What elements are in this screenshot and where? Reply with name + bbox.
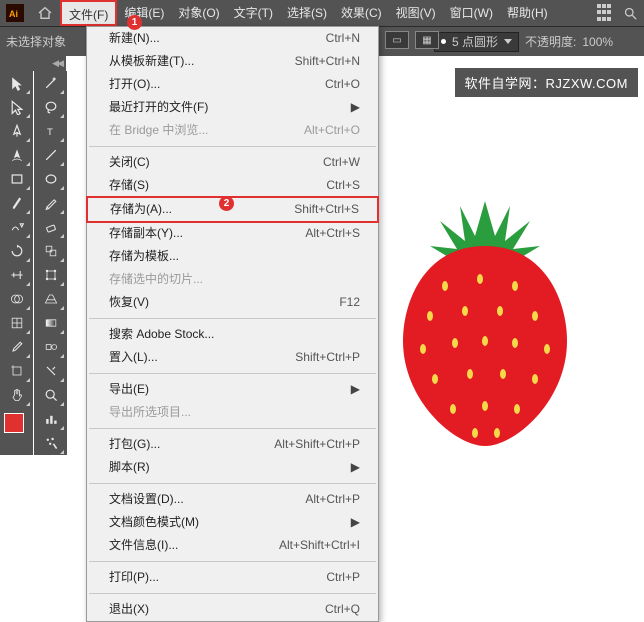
menu-separator <box>89 593 376 594</box>
tool-paintbrush[interactable] <box>3 191 31 215</box>
tool-curvature[interactable] <box>3 143 31 167</box>
toolbar-left <box>0 71 33 455</box>
tool-symbol-sprayer[interactable] <box>37 431 65 455</box>
menuitem-搜索adobestock[interactable]: 搜索 Adobe Stock... <box>87 323 378 346</box>
tool-blend[interactable] <box>37 335 65 359</box>
submenu-arrow-icon: ▶ <box>351 381 360 398</box>
menuitem-打印p[interactable]: 打印(P)...Ctrl+P <box>87 566 378 589</box>
menu-帮助h[interactable]: 帮助(H) <box>500 0 555 26</box>
tool-hand[interactable] <box>3 383 31 407</box>
menuitem-存储s[interactable]: 存储(S)Ctrl+S <box>87 174 378 197</box>
tool-free-transform[interactable] <box>37 263 65 287</box>
menuitem-新建n[interactable]: 新建(N)...Ctrl+N <box>87 27 378 50</box>
toolbar-right: T <box>34 71 67 455</box>
menuitem-在bridge中浏览: 在 Bridge 中浏览...Alt+Ctrl+O <box>87 119 378 142</box>
align-icon[interactable]: ▭ <box>385 31 409 49</box>
tool-pencil[interactable] <box>37 191 65 215</box>
menu-separator <box>89 561 376 562</box>
tool-eraser[interactable] <box>37 215 65 239</box>
tool-width[interactable] <box>3 263 31 287</box>
home-icon[interactable] <box>30 0 60 26</box>
menuitem-导出所选项目: 导出所选项目... <box>87 401 378 424</box>
stroke-profile-select[interactable]: 5 点圆形 <box>434 32 519 52</box>
strawberry-artwork <box>385 191 585 451</box>
toolbar-collapse[interactable]: ◀◀ <box>0 56 66 71</box>
tool-direct-select[interactable] <box>3 95 31 119</box>
tool-perspective[interactable] <box>37 287 65 311</box>
tool-rectangle[interactable] <box>3 167 31 191</box>
tool-pen[interactable] <box>3 119 31 143</box>
menuitem-打开o[interactable]: 打开(O)...Ctrl+O <box>87 73 378 96</box>
menuitem-恢复v[interactable]: 恢复(V)F12 <box>87 291 378 314</box>
menuitem-置入l[interactable]: 置入(L)...Shift+Ctrl+P <box>87 346 378 369</box>
menuitem-导出e[interactable]: 导出(E)▶ <box>87 378 378 401</box>
menu-窗口w[interactable]: 窗口(W) <box>443 0 500 26</box>
menu-选择s[interactable]: 选择(S) <box>280 0 334 26</box>
tool-gradient[interactable] <box>37 311 65 335</box>
opacity-label: 不透明度: <box>525 33 576 50</box>
submenu-arrow-icon: ▶ <box>351 99 360 116</box>
menuitem-存储选中的切片: 存储选中的切片... <box>87 268 378 291</box>
tool-magic-wand[interactable] <box>37 71 65 95</box>
fill-swatch[interactable] <box>2 413 32 437</box>
tool-scale[interactable] <box>37 239 65 263</box>
menuitem-打包g[interactable]: 打包(G)...Alt+Shift+Ctrl+P <box>87 433 378 456</box>
svg-text:Ai: Ai <box>9 9 18 19</box>
tool-slice[interactable] <box>37 359 65 383</box>
tool-zoom[interactable] <box>37 383 65 407</box>
tool-column-graph[interactable] <box>37 407 65 431</box>
annotation-badge-1: 1 <box>127 15 142 30</box>
menuitem-最近打开的文件f[interactable]: 最近打开的文件(F)▶ <box>87 96 378 119</box>
tool-line[interactable] <box>37 143 65 167</box>
menu-separator <box>89 428 376 429</box>
menu-separator <box>89 318 376 319</box>
tool-rotate[interactable] <box>3 239 31 263</box>
menuitem-文档设置d[interactable]: 文档设置(D)...Alt+Ctrl+P <box>87 488 378 511</box>
tool-ellipse[interactable] <box>37 167 65 191</box>
tool-eyedropper[interactable] <box>3 335 31 359</box>
menuitem-文件信息i[interactable]: 文件信息(I)...Alt+Shift+Ctrl+I <box>87 534 378 557</box>
menuitem-从模板新建t[interactable]: 从模板新建(T)...Shift+Ctrl+N <box>87 50 378 73</box>
menu-separator <box>89 146 376 147</box>
menu-编辑e[interactable]: 编辑(E) <box>117 0 171 26</box>
app-logo-icon: Ai <box>0 0 30 26</box>
menu-文件f[interactable]: 文件(F) <box>60 0 117 26</box>
menu-视图v[interactable]: 视图(V) <box>389 0 443 26</box>
tool-mesh[interactable] <box>3 311 31 335</box>
stroke-profile-label: 5 点圆形 <box>452 33 498 50</box>
svg-text:T: T <box>47 127 53 138</box>
menuitem-脚本r[interactable]: 脚本(R)▶ <box>87 456 378 479</box>
menuitem-存储为模板[interactable]: 存储为模板... <box>87 245 378 268</box>
file-menu-dropdown: 新建(N)...Ctrl+N从模板新建(T)...Shift+Ctrl+N打开(… <box>86 26 379 622</box>
menu-separator <box>89 483 376 484</box>
submenu-arrow-icon: ▶ <box>351 514 360 531</box>
workspace-switcher-icon[interactable] <box>597 4 615 22</box>
arrange-icon[interactable]: ▦ <box>415 31 439 49</box>
menuitem-关闭c[interactable]: 关闭(C)Ctrl+W <box>87 151 378 174</box>
tool-selection[interactable] <box>3 71 31 95</box>
tool-lasso[interactable] <box>37 95 65 119</box>
menu-对象o[interactable]: 对象(O) <box>171 0 226 26</box>
submenu-arrow-icon: ▶ <box>351 459 360 476</box>
menuitem-退出x[interactable]: 退出(X)Ctrl+Q <box>87 598 378 621</box>
tool-shaper[interactable] <box>3 215 31 239</box>
selection-status: 未选择对象 <box>6 33 66 50</box>
watermark-text: 软件自学网：RJZXW.COM <box>455 68 639 97</box>
tool-artboard[interactable] <box>3 359 31 383</box>
menu-文字t[interactable]: 文字(T) <box>227 0 280 26</box>
menuitem-文档颜色模式m[interactable]: 文档颜色模式(M)▶ <box>87 511 378 534</box>
menu-separator <box>89 373 376 374</box>
opacity-value: 100% <box>582 35 613 49</box>
annotation-badge-2: 2 <box>219 196 234 211</box>
search-icon[interactable] <box>623 6 638 21</box>
menu-效果c[interactable]: 效果(C) <box>334 0 389 26</box>
tool-shape-builder[interactable] <box>3 287 31 311</box>
menuitem-存储副本y[interactable]: 存储副本(Y)...Alt+Ctrl+S <box>87 222 378 245</box>
tool-type[interactable]: T <box>37 119 65 143</box>
